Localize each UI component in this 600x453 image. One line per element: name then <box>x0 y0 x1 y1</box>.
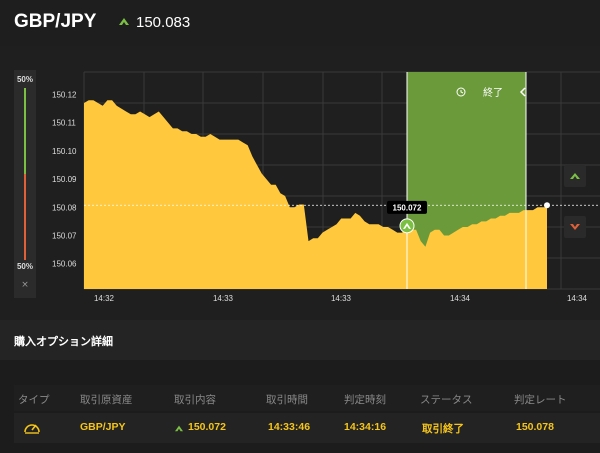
row-trade-time: 14:33:46 <box>268 421 311 433</box>
x-tick-label: 14:34 <box>567 294 588 303</box>
row-asset: GBP/JPY <box>80 421 126 433</box>
gauge-icon <box>24 424 40 434</box>
y-tick-label: 150.10 <box>52 147 77 156</box>
table-row[interactable]: GBP/JPY 150.072 14:33:46 14:34:16 取引終了 1… <box>14 413 600 443</box>
header-type: タイプ <box>18 394 50 406</box>
section-title: 購入オプション詳細 <box>14 335 113 348</box>
x-tick-label: 14:33 <box>331 294 352 303</box>
y-tick-label: 150.12 <box>52 91 77 100</box>
y-tick-label: 150.07 <box>52 232 77 241</box>
row-judge-time: 14:34:16 <box>344 421 387 433</box>
price-chart: 150.12 150.11 150.10 150.09 150.08 150.07 150.… <box>52 71 600 303</box>
x-tick-label: 14:33 <box>213 294 234 303</box>
y-tick-label: 150.08 <box>52 203 77 212</box>
header-judge-time: 判定時刻 <box>344 394 386 406</box>
header-judge-rate: 判定レート <box>514 394 567 406</box>
header-asset: 取引原資産 <box>80 394 133 406</box>
current-rate-dot <box>544 202 550 209</box>
x-tick-label: 14:32 <box>94 294 115 303</box>
x-tick-label: 14:34 <box>450 294 471 303</box>
up-arrow-icon <box>570 173 580 179</box>
y-tick-label: 150.06 <box>52 260 77 269</box>
up-arrow-icon <box>175 425 183 432</box>
row-status: 取引終了 <box>422 423 464 435</box>
header-status: ステータス <box>420 394 473 406</box>
x-axis-ticks: 14:32 14:33 14:33 14:34 14:34 <box>94 294 588 303</box>
purchase-option-details-header: 購入オプション詳細 <box>0 320 600 360</box>
y-tick-label: 150.09 <box>52 175 77 184</box>
y-tick-label: 150.11 <box>52 119 76 128</box>
row-content: 150.072 <box>188 421 226 433</box>
high-button[interactable] <box>564 165 586 187</box>
low-button[interactable] <box>564 216 586 238</box>
strike-label: 150.072 <box>393 203 422 212</box>
table-header: タイプ 取引原資産 取引内容 取引時間 判定時刻 ステータス 判定レート <box>14 385 600 411</box>
header-trade-time: 取引時間 <box>266 394 308 406</box>
end-label: 終了 <box>483 86 503 99</box>
row-judge-rate: 150.078 <box>516 421 554 433</box>
header-content: 取引内容 <box>174 394 216 406</box>
y-axis-ticks: 150.12 150.11 150.10 150.09 150.08 150.07 150.… <box>52 91 77 269</box>
down-arrow-icon <box>570 224 580 230</box>
